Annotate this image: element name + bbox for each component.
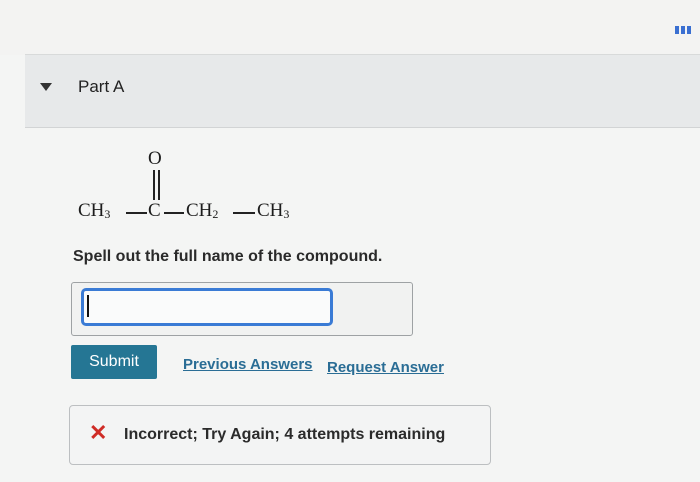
x-icon: ✕ bbox=[89, 420, 108, 445]
ch3-right-text: CH bbox=[257, 200, 284, 221]
feedback-panel: ✕ Incorrect; Try Again; 4 attempts remai… bbox=[69, 405, 491, 465]
ch3-left-subscript: 3 bbox=[104, 207, 111, 221]
request-answer-link[interactable]: Request Answer bbox=[327, 359, 444, 376]
bond-1 bbox=[126, 212, 147, 214]
structural-formula: O CH3 C CH2 CH3 bbox=[76, 140, 336, 240]
ch2-subscript: 2 bbox=[212, 207, 219, 221]
answer-container bbox=[71, 282, 413, 336]
submit-button[interactable]: Submit bbox=[71, 345, 157, 379]
bond-2 bbox=[164, 212, 184, 214]
caret-down-icon[interactable] bbox=[40, 83, 52, 91]
previous-answers-link[interactable]: Previous Answers bbox=[183, 356, 313, 373]
ch2: CH2 bbox=[186, 200, 218, 222]
ch3-left: CH3 bbox=[78, 200, 110, 222]
text-cursor bbox=[87, 295, 89, 317]
double-bond-line-1 bbox=[153, 170, 155, 200]
question-prompt: Spell out the full name of the compound. bbox=[73, 248, 383, 265]
ch3-left-text: CH bbox=[78, 200, 105, 221]
bookmark-icon[interactable] bbox=[675, 26, 692, 34]
bond-3 bbox=[233, 212, 255, 214]
double-bond-line-2 bbox=[158, 170, 160, 200]
carbonyl-carbon: C bbox=[148, 200, 161, 221]
part-title: Part A bbox=[78, 77, 125, 96]
top-strip bbox=[0, 0, 700, 55]
oxygen-label: O bbox=[148, 148, 162, 169]
ch2-text: CH bbox=[186, 200, 213, 221]
part-header[interactable]: Part A bbox=[25, 55, 700, 128]
ch3-right-subscript: 3 bbox=[283, 207, 290, 221]
answer-input[interactable] bbox=[81, 288, 333, 326]
feedback-text: Incorrect; Try Again; 4 attempts remaini… bbox=[124, 426, 446, 443]
ch3-right: CH3 bbox=[257, 200, 289, 222]
